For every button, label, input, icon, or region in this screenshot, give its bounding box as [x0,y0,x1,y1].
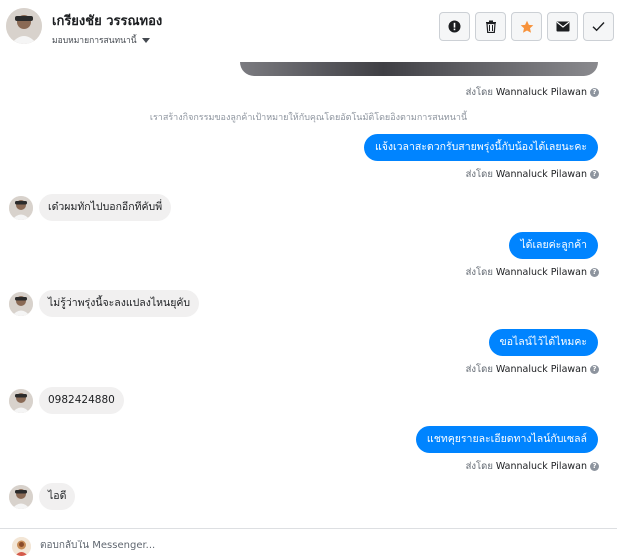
assign-label: มอบหมายการสนทนานี้ [52,36,137,46]
reply-composer [0,528,617,557]
reply-input[interactable] [40,540,600,551]
help-icon[interactable]: ? [590,88,599,97]
image-attachment[interactable] [240,62,598,76]
sent-by-label: ส่งโดย Wannaluck Pilawan ? [466,362,599,377]
conversation-actions [439,12,614,41]
mail-icon [556,21,569,32]
system-note: เราสร้างกิจกรรมของลูกค้าเป้าหมายให้กับคุ… [149,113,468,123]
caret-down-icon [141,37,150,43]
message-bubble-incoming[interactable]: เด๋วผมทักไปบอกอีกทีคับพี่ [39,194,172,221]
sent-by-label: ส่งโดย Wannaluck Pilawan ? [466,459,599,474]
message-thread[interactable]: ส่งโดย Wannaluck Pilawan ? เราสร้างกิจกร… [0,62,617,528]
mark-done-button[interactable] [583,12,614,41]
message-bubble-outgoing[interactable]: แชทคุยรายละเอียดทางไลน์กับเซลล์ [415,426,598,453]
page-avatar [12,537,31,556]
contact-avatar-small[interactable] [9,292,33,316]
check-icon [592,22,605,32]
contact-name[interactable]: เกรียงชัย วรรณทอง [52,10,162,31]
help-icon[interactable]: ? [590,268,599,277]
mark-spam-button[interactable] [439,12,470,41]
sent-by-label: ส่งโดย Wannaluck Pilawan ? [466,167,599,182]
sent-by-label: ส่งโดย Wannaluck Pilawan ? [466,265,599,280]
trash-icon [485,20,496,33]
help-icon[interactable]: ? [590,365,599,374]
mark-unread-button[interactable] [547,12,578,41]
message-bubble-incoming[interactable]: ไม่รู้ว่าพรุ่งนี้จะลงแปลงไหนยุคับ [39,290,200,317]
delete-button[interactable] [475,12,506,41]
contact-avatar-small[interactable] [9,389,33,413]
alert-icon [448,20,461,33]
message-bubble-outgoing[interactable]: ได้เลยค่ะลูกค้า [509,232,598,259]
assign-conversation-dropdown[interactable]: มอบหมายการสนทนานี้ [52,33,150,47]
help-icon[interactable]: ? [590,170,599,179]
message-bubble-outgoing[interactable]: ขอไลน์ไว้ได้ไหมคะ [488,329,598,356]
message-bubble-outgoing[interactable]: แจ้งเวลาสะดวกรับสายพรุ่งนี้กับน้องได้เลย… [364,134,598,161]
contact-avatar[interactable] [6,8,42,44]
contact-avatar-small[interactable] [9,196,33,220]
message-bubble-incoming[interactable]: 0982424880 [39,387,124,414]
star-icon [520,20,533,33]
conversation-header: เกรียงชัย วรรณทอง มอบหมายการสนทนานี้ [0,0,617,62]
contact-avatar-small[interactable] [9,485,33,509]
message-bubble-incoming[interactable]: ไอดี [39,483,76,510]
help-icon[interactable]: ? [590,462,599,471]
sent-by-label: ส่งโดย Wannaluck Pilawan ? [466,85,599,100]
star-button[interactable] [511,12,542,41]
